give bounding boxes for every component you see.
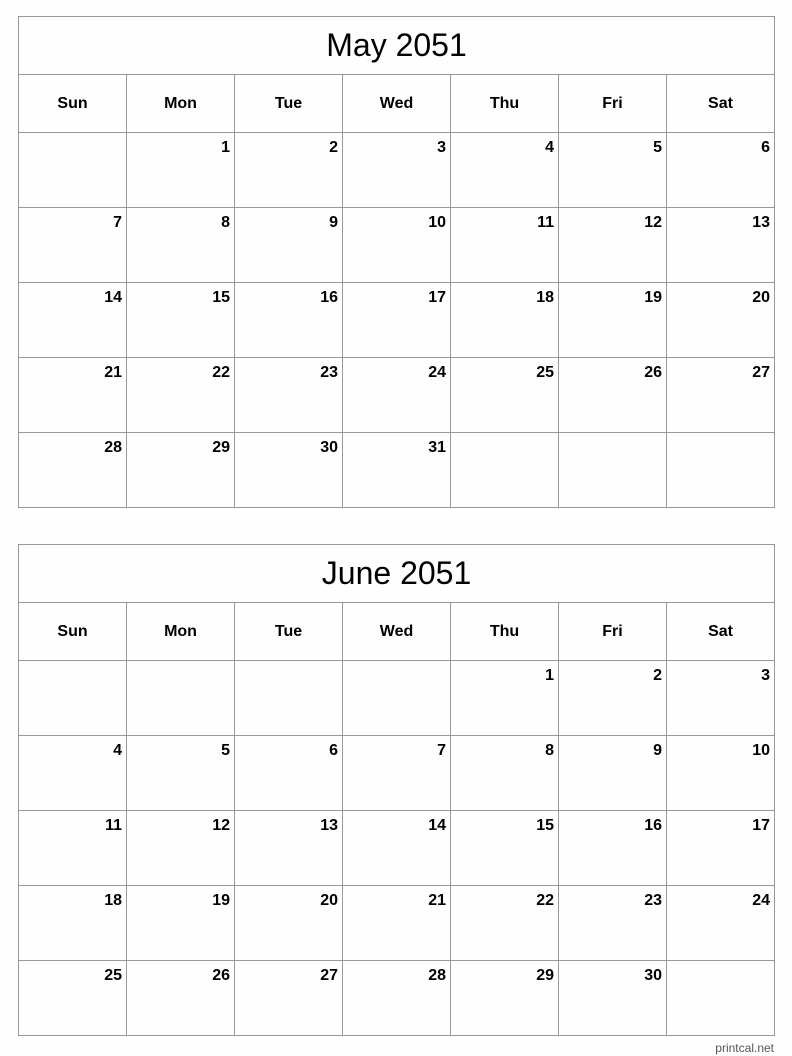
day-cell: 19	[558, 282, 667, 358]
month-title: May 2051	[18, 16, 775, 75]
day-cell: 11	[450, 207, 559, 283]
week-row: 21 22 23 24 25 26 27	[18, 357, 775, 433]
site-credit: printcal.net	[715, 1041, 774, 1055]
weekday-header: Wed	[342, 602, 451, 661]
day-cell: 24	[665, 885, 776, 961]
day-cell: 16	[558, 810, 667, 886]
weekday-header: Mon	[126, 602, 235, 661]
day-cell: 31	[342, 432, 451, 508]
month-calendar: May 2051 Sun Mon Tue Wed Thu Fri Sat 1 2 3 4 5 6 7 8 9 10…	[18, 16, 775, 508]
week-row: 18 19 20 21 22 23 24	[18, 885, 776, 961]
day-cell: 23	[234, 357, 343, 433]
day-cell: 30	[558, 960, 667, 1036]
weekday-header: Sun	[18, 74, 127, 133]
week-row: 25 26 27 28 29 30	[18, 960, 776, 1036]
day-cell: 19	[126, 885, 235, 961]
day-cell: 26	[558, 357, 667, 433]
week-row: 123456	[18, 132, 775, 208]
weekday-header: Fri	[558, 74, 667, 133]
day-cell: 22	[126, 357, 235, 433]
day-cell: 10	[665, 735, 776, 811]
day-cell: 6	[234, 735, 343, 811]
day-cell: 9	[558, 735, 667, 811]
day-cell: 29	[450, 960, 559, 1036]
day-cell: 21	[18, 357, 127, 433]
day-cell: 20	[234, 885, 343, 961]
day-cell	[342, 660, 451, 736]
day-cell: 22	[450, 885, 559, 961]
day-cell: 12	[126, 810, 235, 886]
day-cell: 4	[18, 735, 127, 811]
day-cell	[234, 660, 343, 736]
week-row: 7 8 9 10 11 12 13	[18, 207, 775, 283]
weekday-header: Tue	[234, 602, 343, 661]
day-cell: 15	[450, 810, 559, 886]
day-cell: 5	[558, 132, 667, 208]
day-cell: 25	[18, 960, 127, 1036]
day-cell: 17	[665, 810, 776, 886]
day-cell: 14	[342, 810, 451, 886]
day-cell: 14	[18, 282, 127, 358]
weekday-header: Mon	[126, 74, 235, 133]
day-cell: 21	[342, 885, 451, 961]
weekday-header: Sat	[666, 74, 775, 133]
day-cell: 11	[18, 810, 127, 886]
day-cell: 23	[558, 885, 667, 961]
week-row: 14 15 16 17 18 19 20	[18, 282, 775, 358]
day-cell: 18	[18, 885, 127, 961]
day-cell: 10	[342, 207, 451, 283]
day-cell: 5	[126, 735, 235, 811]
week-row: 28 29 30 31	[18, 432, 775, 508]
day-cell	[126, 660, 235, 736]
week-row: 123	[18, 660, 776, 736]
week-row: 11 12 13 14 15 16 17	[18, 810, 776, 886]
day-cell: 1	[450, 660, 559, 736]
day-cell	[558, 432, 667, 508]
day-cell: 13	[666, 207, 775, 283]
day-cell: 1	[126, 132, 235, 208]
weekday-header: Thu	[450, 602, 559, 661]
day-cell: 17	[342, 282, 451, 358]
weekday-header: Sun	[18, 602, 127, 661]
day-cell: 8	[126, 207, 235, 283]
day-cell: 28	[18, 432, 127, 508]
day-cell: 15	[126, 282, 235, 358]
week-row: 4 5 6 7 8 9 10	[18, 735, 776, 811]
day-cell: 9	[234, 207, 343, 283]
day-cell	[450, 432, 559, 508]
day-cell: 28	[342, 960, 451, 1036]
weekday-header: Tue	[234, 74, 343, 133]
day-cell	[18, 660, 127, 736]
month-title: June 2051	[17, 544, 776, 603]
day-cell: 3	[665, 660, 776, 736]
day-cell: 12	[558, 207, 667, 283]
day-cell: 8	[450, 735, 559, 811]
weekday-header: Sat	[665, 602, 776, 661]
day-cell: 25	[450, 357, 559, 433]
day-cell: 3	[342, 132, 451, 208]
day-cell	[665, 960, 776, 1036]
day-cell: 13	[234, 810, 343, 886]
day-cell: 27	[234, 960, 343, 1036]
day-cell: 20	[666, 282, 775, 358]
day-cell: 24	[342, 357, 451, 433]
day-cell: 7	[18, 207, 127, 283]
day-cell: 2	[558, 660, 667, 736]
day-cell: 27	[666, 357, 775, 433]
day-cell: 6	[666, 132, 775, 208]
day-cell: 7	[342, 735, 451, 811]
day-cell: 26	[126, 960, 235, 1036]
weekday-header: Thu	[450, 74, 559, 133]
day-cell: 4	[450, 132, 559, 208]
day-cell	[666, 432, 775, 508]
month-calendar: June 2051 Sun Mon Tue Wed Thu Fri Sat 1 2 3 4 5 6 7 8 9 1…	[17, 544, 776, 1036]
weekday-header: Wed	[342, 74, 451, 133]
day-cell: 30	[234, 432, 343, 508]
day-cell: 16	[234, 282, 343, 358]
day-cell: 18	[450, 282, 559, 358]
day-cell: 2	[234, 132, 343, 208]
day-cell	[18, 132, 127, 208]
weekday-header: Fri	[558, 602, 667, 661]
day-cell: 29	[126, 432, 235, 508]
